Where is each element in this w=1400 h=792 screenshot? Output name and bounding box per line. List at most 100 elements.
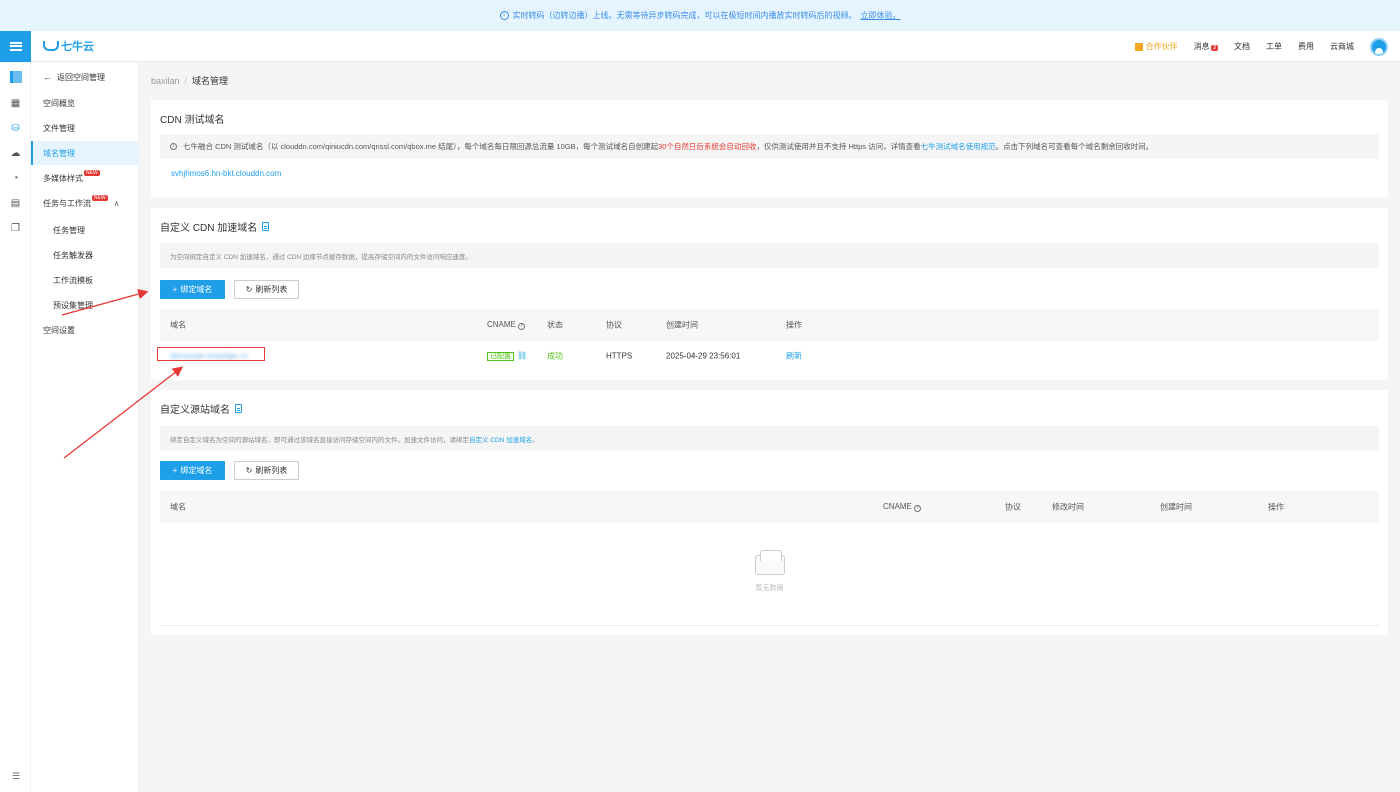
origin-title-text: 自定义源站域名 [160,405,230,416]
billing-link[interactable]: 费用 [1298,41,1314,52]
messages-link[interactable]: 消息 3 [1194,41,1218,52]
refresh-origin-list-button[interactable]: ↻ 刷新列表 [234,461,299,480]
row-refresh-action[interactable]: 刷新 [786,351,802,362]
panel-icon[interactable] [10,71,22,83]
sidebar-item-overview[interactable]: 空间概览 [31,91,139,115]
sidebar-item-task-trigger[interactable]: 任务触发器 [31,243,139,267]
col-created: 创建时间 [1160,502,1192,512]
link-icon[interactable]: ⛓ [517,351,527,360]
partner-link[interactable]: 合作伙伴 [1134,41,1178,52]
bind-label: 绑定域名 [180,466,213,475]
refresh-cdn-list-button[interactable]: ↻ 刷新列表 [234,280,299,299]
cname-label: CNAME [487,320,516,329]
banner-link[interactable]: 立即体验。 [861,10,901,21]
back-to-buckets[interactable]: ← 返回空间管理 [31,65,139,89]
plus-icon: + [172,285,178,294]
user-icon [1375,47,1383,54]
test-domain-title: CDN 测试域名 [160,115,225,126]
refresh-icon: ↻ [245,466,253,475]
notice-rules-link[interactable]: 七牛测试域名使用规范 [921,141,996,152]
row-created: 2025-04-29 23:56:01 [666,351,741,361]
media-styles-label: 多媒体样式 [43,173,83,183]
avatar[interactable] [1370,37,1388,56]
tasks-label: 任务与工作流 [43,198,91,208]
col-cname: CNAME? [883,502,921,512]
breadcrumb: baxilan / 域名管理 [151,74,228,87]
refresh-label: 刷新列表 [255,466,288,475]
origin-desc-end: 。 [532,436,539,444]
sidebar-item-task-manage[interactable]: 任务管理 [31,218,139,242]
docs-link[interactable]: 文档 [1234,41,1250,52]
cdn-domain-card: 自定义 CDN 加速域名 为空间绑定自定义 CDN 加速域名，通过 CDN 边缘… [151,208,1388,380]
hamburger-icon [9,41,22,51]
collapse-icon[interactable]: ☰ [12,771,20,782]
pie-chart-icon[interactable]: ◔ [10,173,21,184]
sidebar-item-workflow-template[interactable]: 工作流模板 [31,268,139,292]
top-header: 七牛云 合作伙伴 消息 3 文档 工单 费用 云商城 [0,30,1400,62]
cdn-title-text: 自定义 CDN 加速域名 [160,223,258,234]
col-status: 状态 [547,320,563,330]
col-actions: 操作 [1268,502,1284,512]
origin-domain-card: 自定义源站域名 绑定自定义域名为空间的源站域名，即可通过该域名直接访问存储空间内… [151,390,1388,635]
divider [160,625,1379,626]
table-row: dbmsoqer.hnlaidgn.cn 已配置 ⛓ 成功 HTTPS 2025-… [160,341,1379,371]
logo-text: 七牛云 [61,41,94,53]
origin-cdn-link[interactable]: 自定义 CDN 加速域名 [469,434,532,444]
col-protocol: 协议 [606,320,622,330]
col-protocol: 协议 [1005,502,1021,512]
icon-rail: ▦ ⛁ ☁ ◔ ▤ ❐ [0,62,31,792]
breadcrumb-current: 域名管理 [192,76,229,86]
notice-warning: 30个自然日后系统会自动回收 [658,142,757,151]
document-icon[interactable] [235,404,242,413]
info-icon: i [499,11,509,20]
bind-label: 绑定域名 [180,285,213,294]
cname-configured-tag: 已配置 [487,352,514,361]
cloud-upload-icon[interactable]: ☁ [10,148,21,159]
sidebar-item-preset[interactable]: 预设集管理 [31,293,139,317]
help-icon[interactable]: ? [517,323,525,330]
logo[interactable]: 七牛云 [43,38,94,54]
breadcrumb-bucket[interactable]: baxilan [151,76,180,86]
sidebar-item-tasks[interactable]: 任务与工作流 NEW ∧ [31,191,139,215]
breadcrumb-separator: / [184,76,188,86]
info-icon: i [170,143,177,150]
test-domain-link[interactable]: svhjhmos6.hn-bkt.clouddn.com [171,169,281,178]
origin-domain-title: 自定义源站域名 [160,401,242,416]
file-settings-icon[interactable]: ▤ [10,198,21,209]
tickets-link[interactable]: 工单 [1266,41,1282,52]
col-domain: 域名 [170,320,186,330]
col-cname: CNAME? [487,320,525,330]
sidebar-item-domains[interactable]: 域名管理 [31,141,139,165]
cdn-domain-title: 自定义 CDN 加速域名 [160,219,270,234]
help-icon[interactable]: ? [913,505,921,512]
sidebar-item-bucket-settings[interactable]: 空间设置 [31,318,139,342]
notice-text-2: ，仅供测试使用并且不支持 Https 访问，详情查看 [756,142,921,151]
grid-icon[interactable]: ▦ [10,98,21,109]
test-domain-card: CDN 测试域名 i 七牛融合 CDN 测试域名（以 clouddn.com/q… [151,100,1388,197]
refresh-label: 刷新列表 [255,285,288,294]
origin-domain-desc: 绑定自定义域名为空间的源站域名，即可通过该域名直接访问存储空间内的文件。加速文件… [160,426,1379,451]
origin-table-header: 域名 CNAME? 协议 修改时间 创建时间 操作 [160,491,1379,523]
highlight-box [157,347,265,361]
chevron-up-icon: ∧ [113,198,120,208]
storage-icon[interactable]: ⛁ [10,123,21,134]
col-actions: 操作 [786,320,802,330]
back-label: 返回空间管理 [57,72,105,82]
header-nav: 合作伙伴 消息 3 文档 工单 费用 云商城 [1134,31,1388,62]
sidebar: ← 返回空间管理 空间概览 文件管理 域名管理 多媒体样式 NEW 任务与工作流 NE… [31,62,139,792]
col-created: 创建时间 [666,320,698,330]
sidebar-item-files[interactable]: 文件管理 [31,116,139,140]
row-protocol: HTTPS [606,351,633,361]
document-icon[interactable] [262,222,270,231]
marketplace-link[interactable]: 云商城 [1330,41,1354,52]
menu-button[interactable] [0,30,31,62]
empty-inbox-icon [754,550,785,575]
partner-label: 合作伙伴 [1145,42,1178,51]
col-modified: 修改时间 [1052,502,1084,512]
bind-origin-domain-button[interactable]: + 绑定域名 [160,461,225,480]
new-badge: NEW [84,170,100,176]
plus-icon: + [172,466,178,475]
bind-cdn-domain-button[interactable]: + 绑定域名 [160,280,225,299]
sidebar-item-media-styles[interactable]: 多媒体样式 NEW [31,166,139,190]
copy-icon[interactable]: ❐ [10,223,21,234]
